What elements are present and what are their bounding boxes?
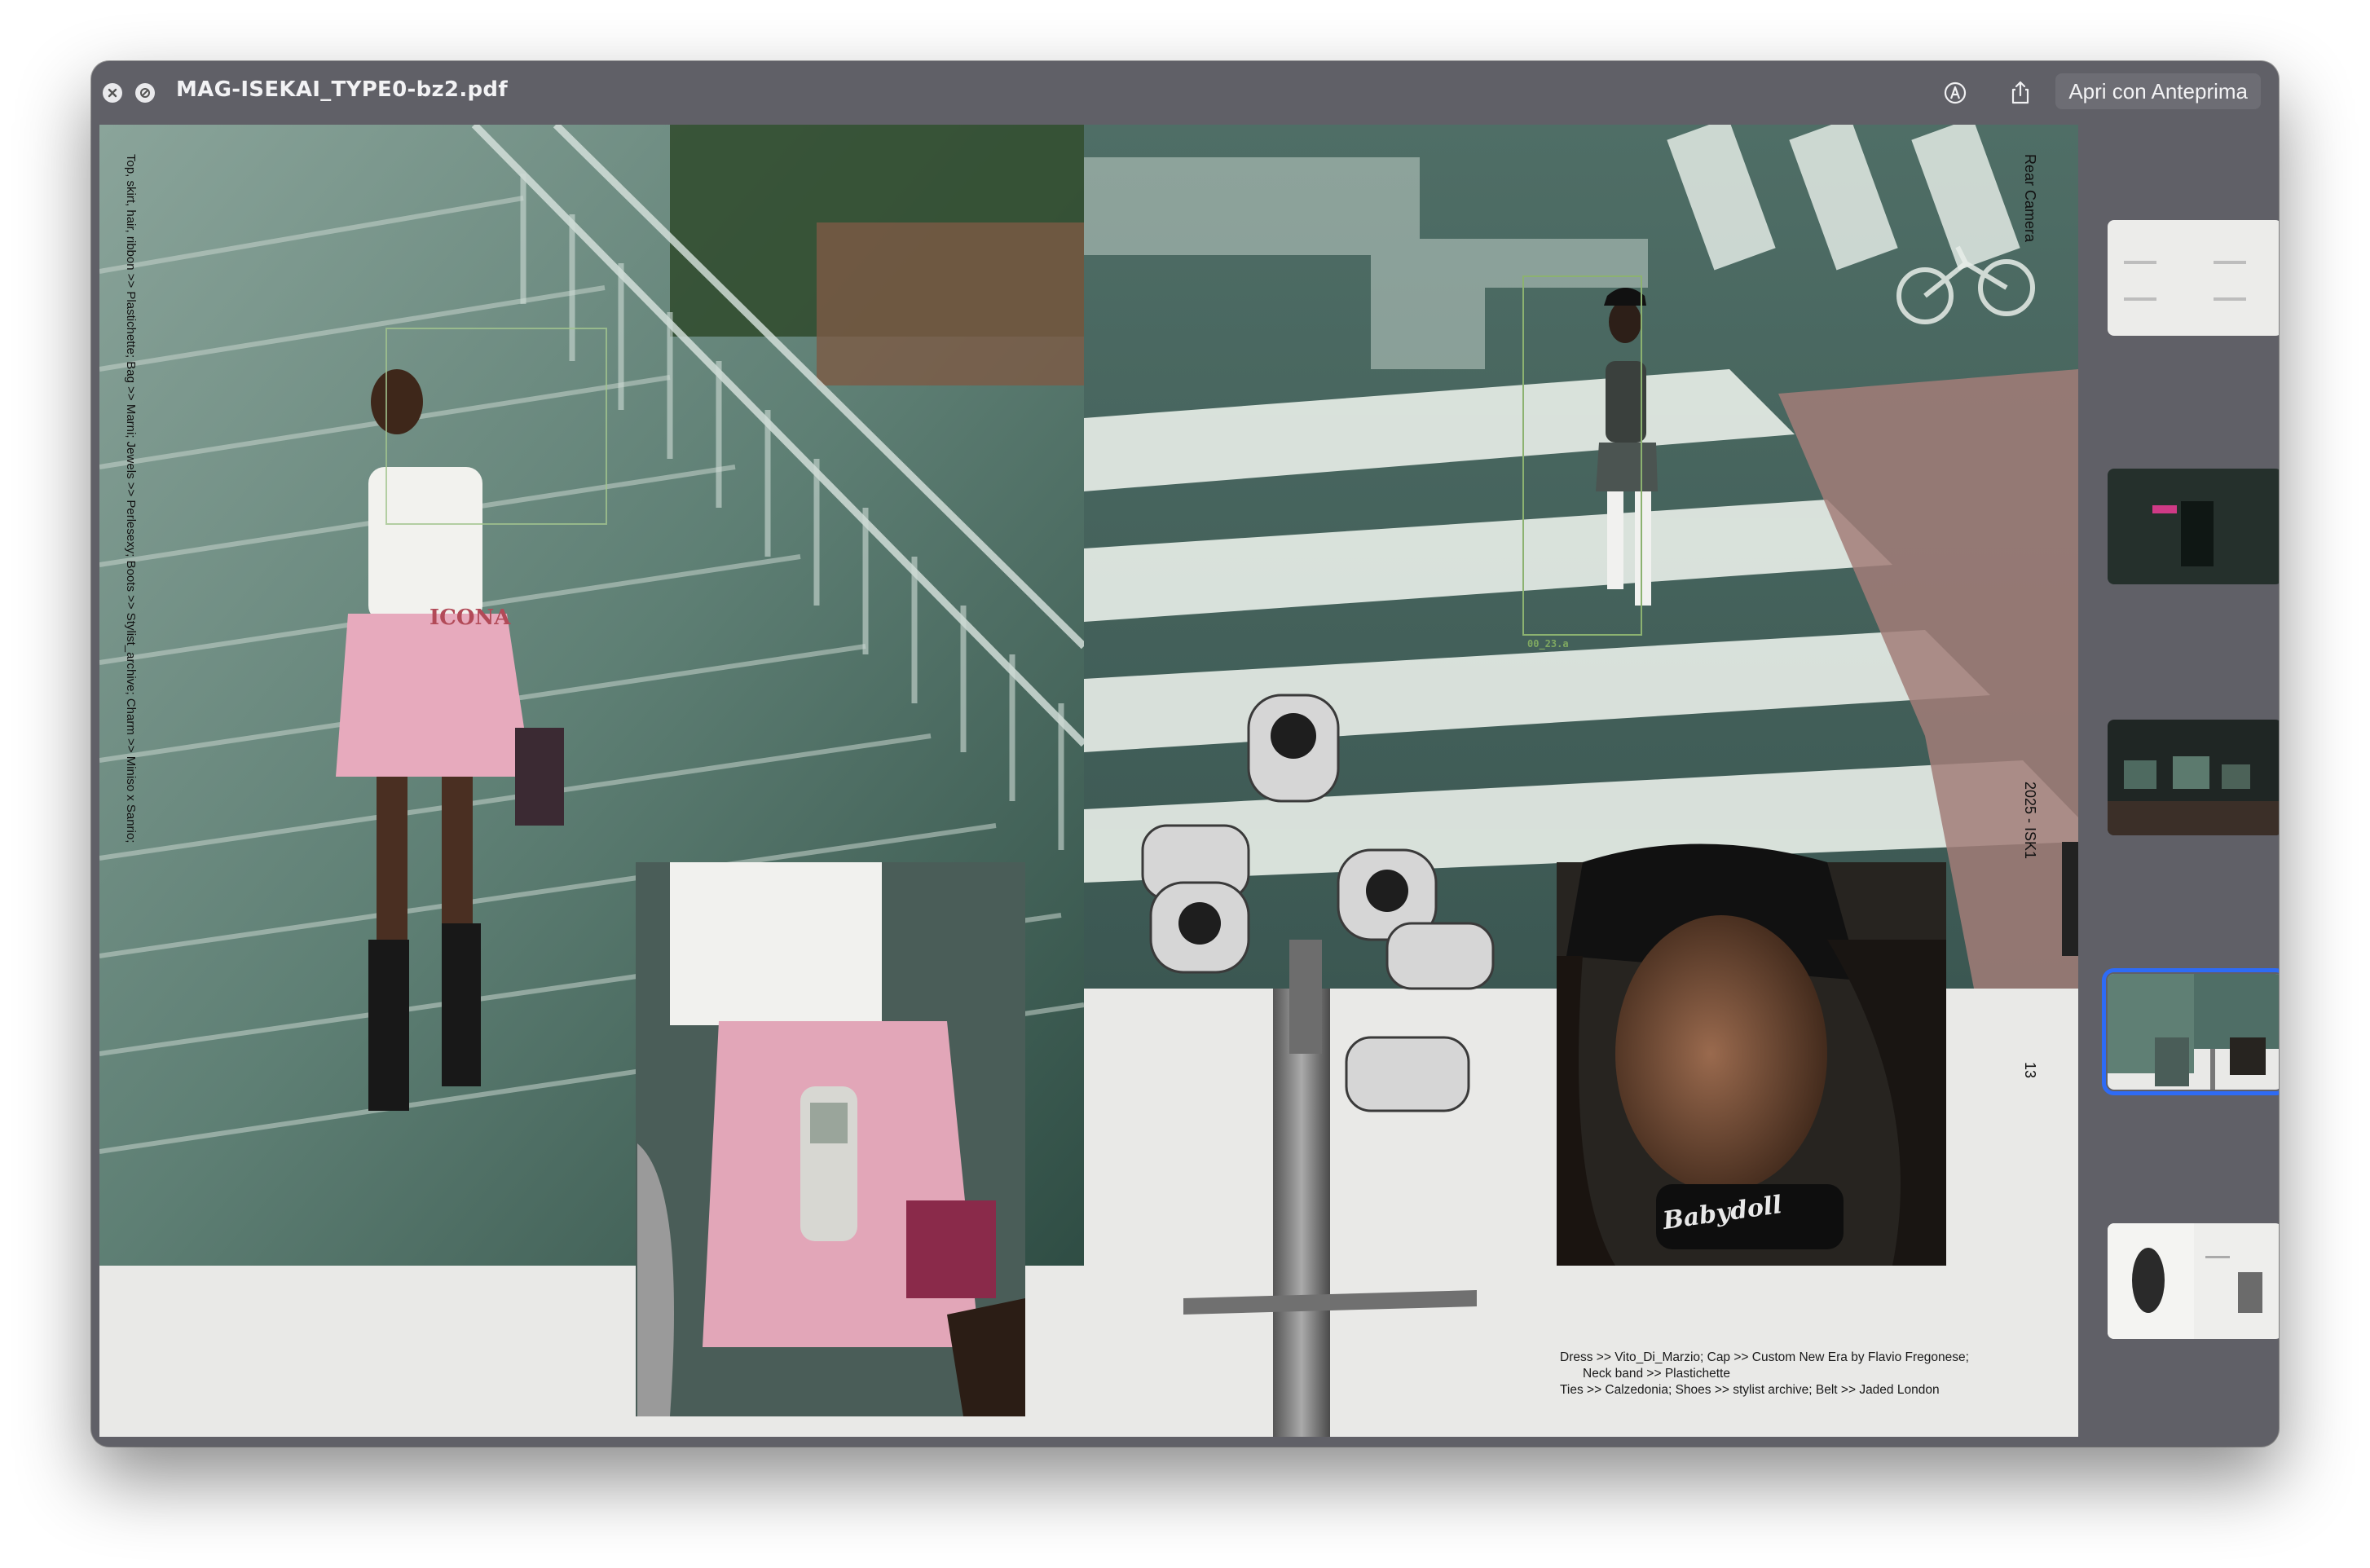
shirt-print-text: ICONA [430,606,511,630]
markup-icon[interactable] [1941,79,1969,107]
detection-label: 00_23.a [1527,638,1569,650]
thumbnail-sidebar [2083,125,2279,1447]
page-preview-2 [2152,501,2214,566]
preview-window: MAG-ISEKAI_TYPE0-bz2.pdf Apri con Antepr… [91,61,2279,1447]
thumbnail-page-5[interactable] [2108,1223,2279,1339]
credits-vertical: Top, skirt, hair, ribbon >> Plastichette… [124,154,138,843]
issue-label: 2025 - ISK1 [2022,782,2038,860]
skirt-detail-photo [636,862,1025,1416]
caption-line-1: Dress >> Vito_Di_Marzio; Cap >> Custom N… [1560,1350,1969,1364]
fullscreen-button[interactable] [135,83,155,103]
page-preview-3 [2108,756,2279,835]
thumbnail-page-3[interactable] [2108,720,2279,835]
thumbnail-page-1[interactable] [2108,220,2279,336]
window-title: MAG-ISEKAI_TYPE0-bz2.pdf [176,77,508,102]
open-with-preview-button[interactable]: Apri con Anteprima [2055,73,2261,109]
pdf-page: Top, skirt, hair, ribbon >> Plastichette… [99,125,2078,1437]
caption-line-2: Neck band >> Plastichette [1583,1367,1730,1381]
caption-line-3: Ties >> Calzedonia; Shoes >> stylist arc… [1560,1383,1940,1397]
prohibited-icon [140,88,150,98]
thumbnail-page-4[interactable] [2102,968,2279,1095]
page-preview-4 [2108,974,2279,1090]
page-preview-1 [2124,261,2246,301]
thumbnail-page-2[interactable] [2108,469,2279,584]
page-artwork [99,125,2078,1437]
titlebar: MAG-ISEKAI_TYPE0-bz2.pdf Apri con Antepr… [91,61,2279,125]
page-number: 13 [2022,1062,2038,1079]
share-icon[interactable] [2007,79,2034,107]
rear-camera-label: Rear Camera [2022,154,2038,243]
styling-caption: Dress >> Vito_Di_Marzio; Cap >> Custom N… [1560,1350,2016,1398]
close-button[interactable] [103,83,122,103]
page-preview-5 [2108,1223,2262,1339]
close-icon [108,88,117,98]
